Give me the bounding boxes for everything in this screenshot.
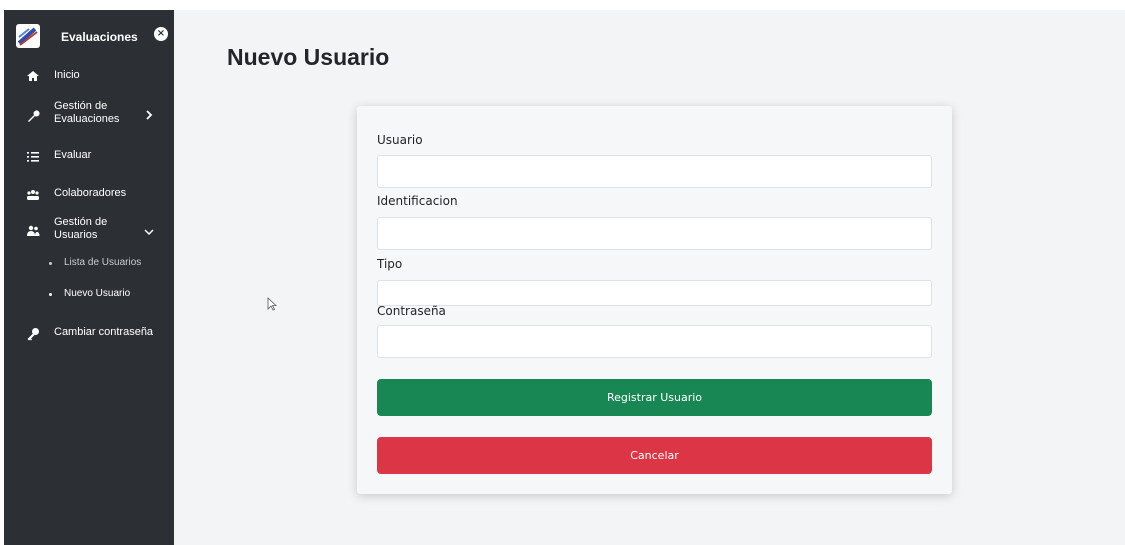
key-icon xyxy=(27,328,39,341)
sidebar-title: Evaluaciones xyxy=(61,30,138,44)
new-user-form: Usuario Identificacion Tipo Contraseña R… xyxy=(357,106,952,494)
bullet-icon xyxy=(49,262,52,265)
identificacion-input[interactable] xyxy=(377,217,932,250)
sidebar-item-inicio[interactable]: Inicio xyxy=(4,65,174,85)
bullet-icon xyxy=(49,293,52,296)
sidebar-item-label: Gestión de Evaluaciones xyxy=(54,100,120,125)
sidebar-subitem-lista-usuarios[interactable]: Lista de Usuarios xyxy=(4,257,174,271)
chevron-right-icon xyxy=(146,110,153,120)
wrench-icon xyxy=(28,110,40,122)
sidebar-item-label: Colaboradores xyxy=(54,187,127,199)
sidebar-subitem-label: Nuevo Usuario xyxy=(64,288,131,299)
sidebar: Evaluaciones × Inicio Gestión de Evaluac… xyxy=(4,10,174,545)
sidebar-item-evaluar[interactable]: Evaluar xyxy=(4,146,174,166)
usuario-input[interactable] xyxy=(377,155,932,188)
sidebar-subitem-nuevo-usuario[interactable]: Nuevo Usuario xyxy=(4,288,174,302)
sidebar-item-label: Inicio xyxy=(54,69,80,81)
main-content: Nuevo Usuario Usuario Identificacion Tip… xyxy=(174,10,1125,545)
home-icon xyxy=(27,71,39,81)
contrasena-label: Contraseña xyxy=(377,304,446,318)
usuario-label: Usuario xyxy=(377,133,423,147)
tipo-label: Tipo xyxy=(377,257,403,271)
sidebar-item-label: Evaluar xyxy=(54,149,92,161)
sidebar-item-gestion-evaluaciones[interactable]: Gestión de Evaluaciones xyxy=(4,99,174,131)
chevron-down-icon xyxy=(144,229,154,236)
registrar-usuario-button[interactable]: Registrar Usuario xyxy=(377,379,932,416)
list-icon xyxy=(27,152,39,162)
cancel-button[interactable]: Cancelar xyxy=(377,437,932,474)
identificacion-label: Identificacion xyxy=(377,194,458,208)
users-icon xyxy=(27,225,40,236)
sidebar-item-label: Cambiar contraseña xyxy=(54,326,154,338)
tipo-input[interactable] xyxy=(377,280,932,306)
sidebar-brand: Evaluaciones × xyxy=(4,10,174,60)
app-logo xyxy=(16,24,40,48)
sidebar-subitem-label: Lista de Usuarios xyxy=(64,257,142,268)
group-icon xyxy=(27,190,39,200)
mouse-cursor-icon xyxy=(267,297,277,311)
sidebar-item-cambiar-contrasena[interactable]: Cambiar contraseña xyxy=(4,323,174,343)
sidebar-item-colaboradores[interactable]: Colaboradores xyxy=(4,184,174,204)
sidebar-close-button[interactable]: × xyxy=(154,27,168,41)
page-title: Nuevo Usuario xyxy=(227,44,390,70)
sidebar-item-gestion-usuarios[interactable]: Gestión de Usuarios xyxy=(4,215,174,247)
contrasena-input[interactable] xyxy=(377,325,932,358)
sidebar-item-label: Gestión de Usuarios xyxy=(54,216,108,241)
